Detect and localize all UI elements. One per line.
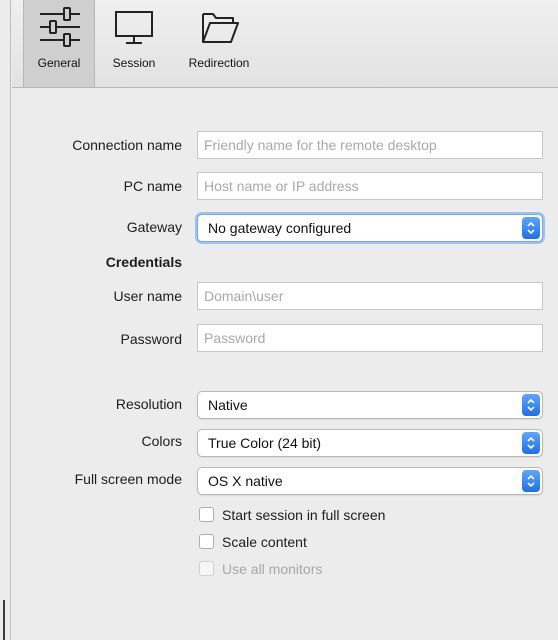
full-screen-mode-value: OS X native [208, 473, 283, 489]
dropdown-arrows-icon [522, 394, 540, 416]
credentials-heading: Credentials [105, 254, 182, 270]
connection-name-input[interactable] [197, 131, 543, 159]
password-input[interactable] [197, 324, 543, 352]
dropdown-arrows-icon [522, 217, 540, 239]
use-all-monitors-label: Use all monitors [222, 561, 323, 577]
tab-session-label: Session [112, 56, 156, 70]
sliders-icon [40, 7, 80, 47]
user-name-input[interactable] [197, 282, 543, 310]
tab-session[interactable]: Session [104, 0, 164, 88]
dropdown-arrows-icon [522, 470, 540, 492]
colors-select[interactable]: True Color (24 bit) [197, 429, 543, 457]
monitor-icon [115, 11, 153, 44]
user-name-label: User name [113, 288, 182, 304]
full-screen-mode-select[interactable]: OS X native [197, 467, 543, 495]
folder-icon [202, 13, 239, 43]
preferences-toolbar: General Session Redirection [12, 0, 558, 88]
colors-label: Colors [141, 433, 182, 449]
dropdown-arrows-icon [522, 432, 540, 454]
tab-redirection[interactable]: Redirection [180, 0, 258, 88]
checkbox-box[interactable] [199, 507, 214, 522]
tab-general[interactable]: General [23, 0, 95, 88]
pc-name-input[interactable] [197, 172, 543, 200]
checkbox-box[interactable] [199, 534, 214, 549]
scale-content-label: Scale content [222, 534, 307, 550]
tab-redirection-label: Redirection [188, 56, 250, 70]
gateway-label: Gateway [126, 219, 182, 235]
password-label: Password [120, 331, 182, 347]
resolution-select[interactable]: Native [197, 391, 543, 419]
edge-divider [3, 600, 5, 640]
window-left-edge [0, 0, 11, 640]
gateway-select[interactable]: No gateway configured [197, 214, 543, 242]
colors-value: True Color (24 bit) [208, 435, 322, 451]
tab-general-label: General [37, 56, 81, 70]
checkbox-box [199, 561, 214, 576]
full-screen-mode-label: Full screen mode [74, 471, 182, 487]
gateway-value: No gateway configured [208, 220, 352, 236]
connection-name-label: Connection name [72, 137, 182, 153]
resolution-value: Native [208, 397, 248, 413]
resolution-label: Resolution [115, 396, 182, 412]
pc-name-label: PC name [123, 178, 182, 194]
start-fullscreen-label: Start session in full screen [222, 507, 386, 523]
